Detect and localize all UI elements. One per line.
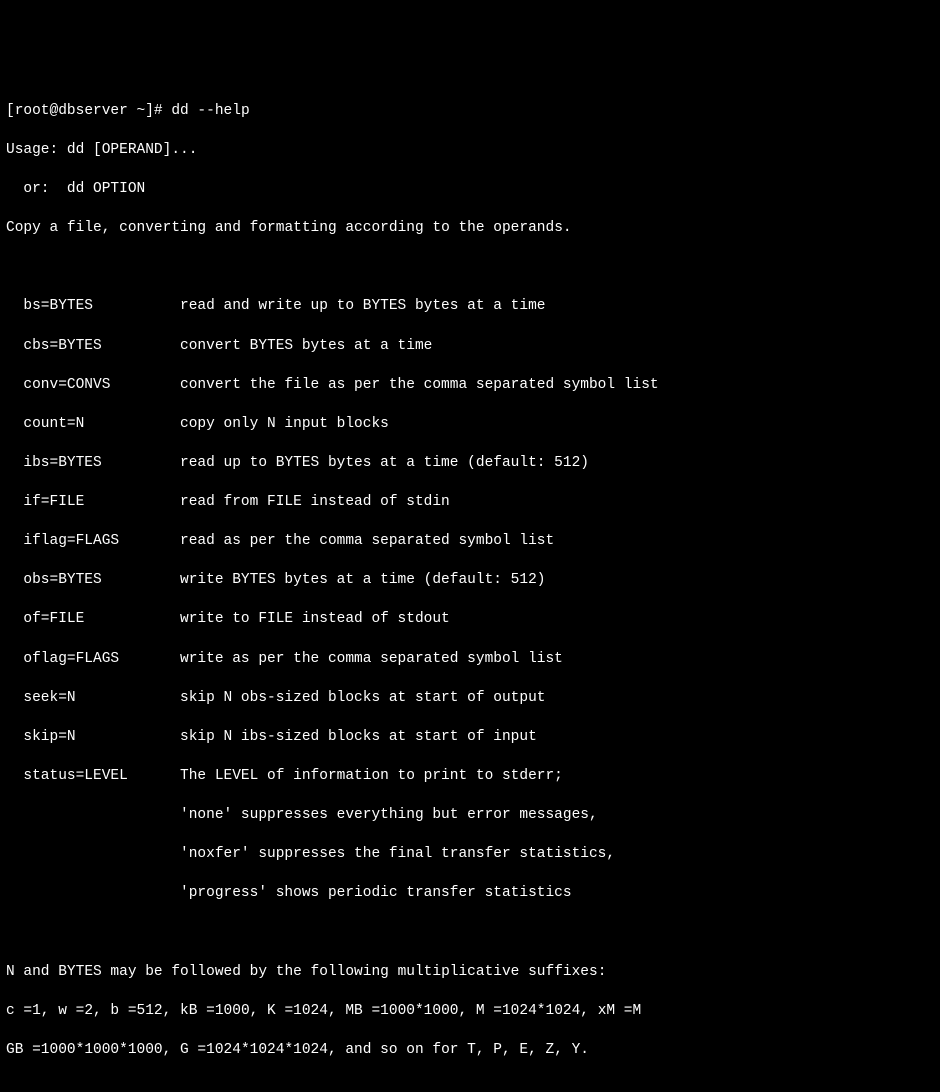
shell-prompt: [root@dbserver ~]# <box>6 102 171 122</box>
status-extra-none: 'none' suppresses everything but error m… <box>6 806 934 826</box>
operand-if: if=FILEread from FILE instead of stdin <box>6 493 934 513</box>
operand-desc: read from FILE instead of stdin <box>180 493 450 513</box>
operand-desc: write as per the comma separated symbol … <box>180 650 563 670</box>
operand-ibs: ibs=BYTESread up to BYTES bytes at a tim… <box>6 454 934 474</box>
operand-desc: copy only N input blocks <box>180 415 389 435</box>
operand-oflag: oflag=FLAGSwrite as per the comma separa… <box>6 650 934 670</box>
suffixes-line-1: N and BYTES may be followed by the follo… <box>6 963 934 983</box>
operand-opt: ibs=BYTES <box>23 454 180 474</box>
usage-desc: Copy a file, converting and formatting a… <box>6 219 934 239</box>
operand-count: count=Ncopy only N input blocks <box>6 415 934 435</box>
operand-bs: bs=BYTESread and write up to BYTES bytes… <box>6 297 934 317</box>
operand-desc: read as per the comma separated symbol l… <box>180 532 554 552</box>
operand-desc: write to FILE instead of stdout <box>180 610 450 630</box>
operand-conv: conv=CONVSconvert the file as per the co… <box>6 376 934 396</box>
operand-desc: skip N obs-sized blocks at start of outp… <box>180 689 545 709</box>
operand-opt: cbs=BYTES <box>23 337 180 357</box>
operand-opt: bs=BYTES <box>23 297 180 317</box>
suffixes-line-3: GB =1000*1000*1000, G =1024*1024*1024, a… <box>6 1041 934 1061</box>
operand-desc: read and write up to BYTES bytes at a ti… <box>180 297 545 317</box>
operand-opt: seek=N <box>23 689 180 709</box>
usage-line-1: Usage: dd [OPERAND]... <box>6 141 934 161</box>
operand-obs: obs=BYTESwrite BYTES bytes at a time (de… <box>6 571 934 591</box>
terminal-output: [root@dbserver ~]# dd --help Usage: dd [… <box>6 82 934 1080</box>
operand-desc: convert BYTES bytes at a time <box>180 337 432 357</box>
operand-opt: obs=BYTES <box>23 571 180 591</box>
operand-cbs: cbs=BYTESconvert BYTES bytes at a time <box>6 337 934 357</box>
operand-opt: status=LEVEL <box>23 767 180 787</box>
operand-desc: write BYTES bytes at a time (default: 51… <box>180 571 545 591</box>
usage-line-2: or: dd OPTION <box>6 180 934 200</box>
operand-opt: count=N <box>23 415 180 435</box>
status-extra-noxfer: 'noxfer' suppresses the final transfer s… <box>6 845 934 865</box>
operand-opt: conv=CONVS <box>23 376 180 396</box>
prompt-line[interactable]: [root@dbserver ~]# dd --help <box>6 102 934 122</box>
operand-desc: convert the file as per the comma separa… <box>180 376 659 396</box>
blank-line <box>6 258 934 278</box>
operand-of: of=FILEwrite to FILE instead of stdout <box>6 610 934 630</box>
operand-opt: of=FILE <box>23 610 180 630</box>
typed-command: dd --help <box>171 102 249 122</box>
blank-line <box>6 923 934 943</box>
operand-opt: oflag=FLAGS <box>23 650 180 670</box>
operand-status: status=LEVELThe LEVEL of information to … <box>6 767 934 787</box>
suffixes-line-2: c =1, w =2, b =512, kB =1000, K =1024, M… <box>6 1002 934 1022</box>
operand-opt: iflag=FLAGS <box>23 532 180 552</box>
operand-opt: if=FILE <box>23 493 180 513</box>
operand-seek: seek=Nskip N obs-sized blocks at start o… <box>6 689 934 709</box>
operand-skip: skip=Nskip N ibs-sized blocks at start o… <box>6 728 934 748</box>
operand-opt: skip=N <box>23 728 180 748</box>
operand-iflag: iflag=FLAGSread as per the comma separat… <box>6 532 934 552</box>
operand-desc: The LEVEL of information to print to std… <box>180 767 563 787</box>
operand-desc: skip N ibs-sized blocks at start of inpu… <box>180 728 537 748</box>
operand-desc: read up to BYTES bytes at a time (defaul… <box>180 454 589 474</box>
status-extra-progress: 'progress' shows periodic transfer stati… <box>6 884 934 904</box>
